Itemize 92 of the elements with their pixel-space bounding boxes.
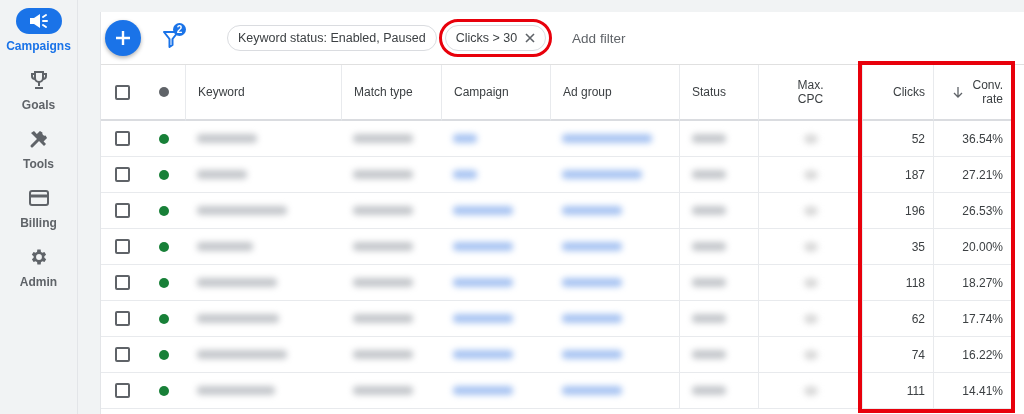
table-cell: 20.00% [933,229,1011,265]
trophy-icon [28,70,49,90]
add-button[interactable] [105,20,141,56]
sort-down-icon [952,86,963,98]
blurred-text [692,314,726,323]
blurred-text [353,206,413,215]
table-cell: 27.21% [933,157,1011,193]
blurred-text [692,242,726,251]
blurred-text [353,350,413,359]
row-checkbox[interactable] [114,167,130,182]
blurred-text [803,241,818,252]
blurred-text [803,385,818,396]
row-checkbox[interactable] [114,383,130,398]
blurred-text [692,134,726,143]
table-cell: 26.53% [933,193,1011,229]
blurred-text [562,206,622,215]
blurred-text [197,242,253,251]
tools-icon [28,129,49,149]
row-checkbox[interactable] [114,311,130,326]
table-cell: 118 [862,265,933,301]
nav-item[interactable]: Admin [15,244,62,289]
blurred-text [353,242,413,251]
close-icon[interactable] [525,33,536,43]
blurred-text [692,386,726,395]
select-all-checkbox[interactable] [114,84,130,100]
filter-count-badge: 2 [173,23,186,36]
credit-card-icon [27,189,50,207]
column-header[interactable]: Status [679,65,758,121]
table-cell: 16.22% [933,337,1011,373]
row-checkbox[interactable] [114,239,130,254]
nav-item[interactable]: Goals [15,67,62,112]
status-dot-icon [159,87,169,97]
blurred-text [692,170,726,179]
table-cell: 36.54% [933,121,1011,157]
blurred-text [692,278,726,287]
blurred-text [453,350,513,359]
add-filter-link[interactable]: Add filter [566,29,632,47]
row-checkbox[interactable] [114,275,130,290]
blurred-text [453,206,513,215]
column-header[interactable]: Max. CPC [758,65,862,121]
filter-chip[interactable]: Keyword status: Enabled, Paused [227,25,437,51]
blurred-text [453,242,513,251]
row-checkbox[interactable] [114,347,130,362]
column-header[interactable]: Campaign [441,65,550,121]
blurred-text [353,386,413,395]
row-checkbox[interactable] [114,203,130,218]
table-cell: 18.27% [933,265,1011,301]
blurred-text [453,386,513,395]
blurred-text [453,134,477,143]
nav-item[interactable]: Campaigns [6,8,71,53]
table-cell: 196 [862,193,933,229]
row-checkbox[interactable] [114,131,130,146]
blurred-text [353,170,413,179]
blurred-text [197,134,257,143]
table-cell: 35 [862,229,933,265]
blurred-text [803,349,818,360]
table-cell: 17.74% [933,301,1011,337]
blurred-text [803,169,818,180]
plus-icon [115,30,131,46]
blurred-text [453,170,477,179]
blurred-text [692,350,726,359]
column-header[interactable]: Keyword [185,65,341,121]
column-header[interactable]: Ad group [550,65,679,121]
table-cell: 14.41% [933,373,1011,409]
table-cell: 62 [862,301,933,337]
blurred-text [562,386,622,395]
blurred-text [353,278,413,287]
blurred-text [803,277,818,288]
blurred-text [562,314,622,323]
column-header[interactable]: Clicks [862,65,933,121]
blurred-text [562,278,622,287]
blurred-text [803,205,818,216]
blurred-text [353,314,413,323]
blurred-text [803,313,818,324]
column-header[interactable]: Match type [341,65,441,121]
filter-icon[interactable] [163,30,179,48]
blurred-text [562,350,622,359]
blurred-text [453,314,513,323]
megaphone-icon [27,12,50,30]
nav-item[interactable]: Tools [15,126,62,171]
table-cell: 74 [862,337,933,373]
table-cell: 52 [862,121,933,157]
blurred-text [692,206,726,215]
blurred-text [353,134,413,143]
table-cell: 187 [862,157,933,193]
nav-item[interactable]: Billing [15,185,62,230]
blurred-text [562,242,622,251]
table-cell: 111 [862,373,933,409]
column-header[interactable]: Conv. rate [933,65,1011,121]
blurred-text [453,278,513,287]
blurred-text [197,170,247,179]
blurred-text [803,133,818,144]
